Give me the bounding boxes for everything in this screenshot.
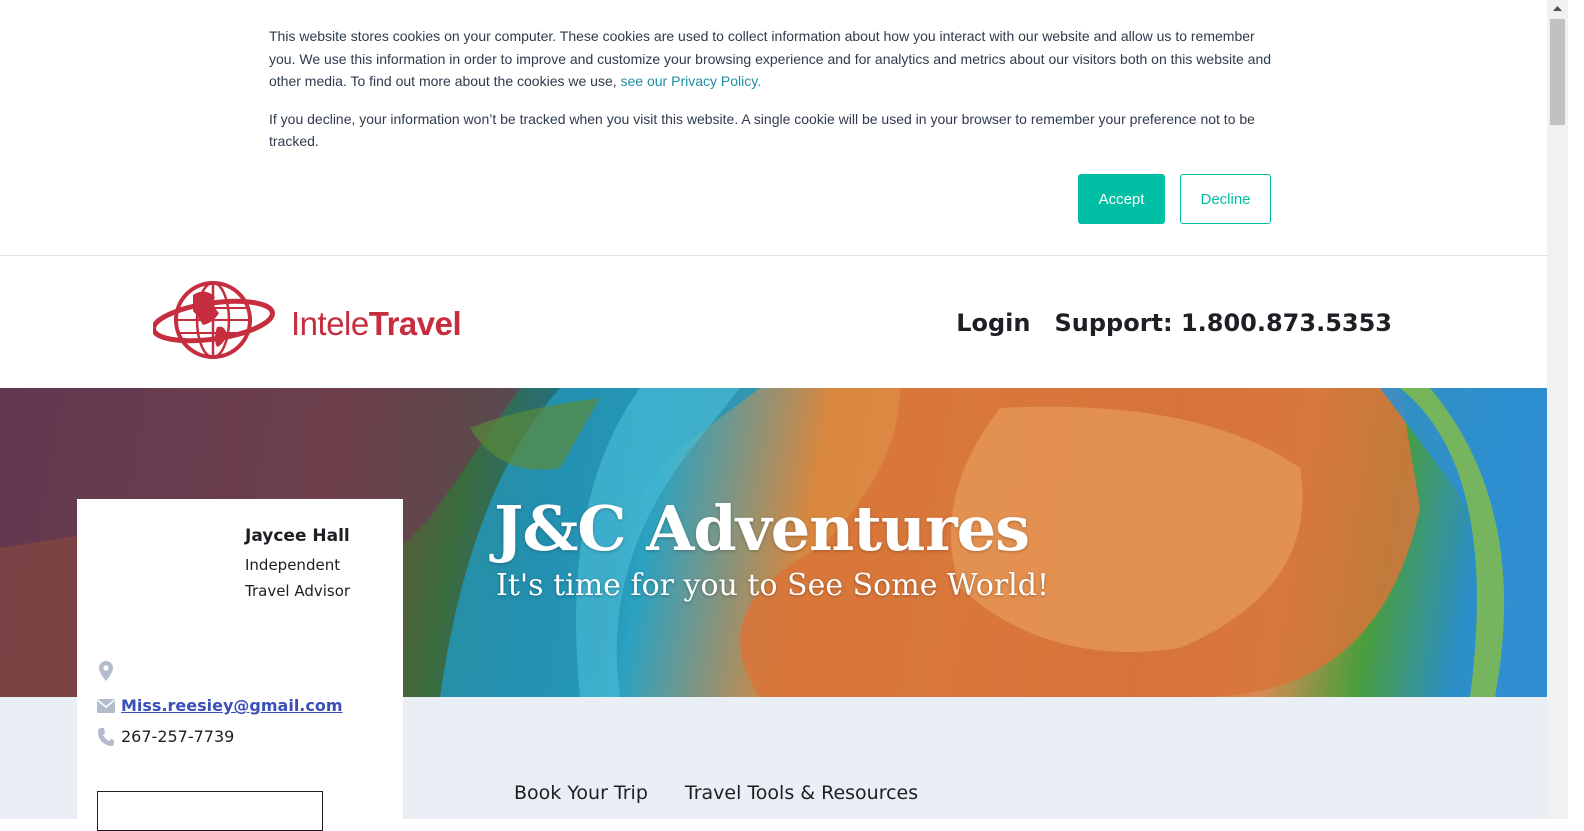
advisor-email-link[interactable]: Miss.reesiey@gmail.com [121,696,343,715]
vertical-scrollbar[interactable] [1547,0,1568,819]
site-header: InteleTravel Login Support: 1.800.873.53… [0,257,1547,388]
phone-icon [96,727,116,746]
logo-text-bold: Travel [368,305,462,342]
advisor-email-row: Miss.reesiey@gmail.com [96,696,343,715]
advisor-phone-row: 267-257-7739 [96,727,234,746]
hero-subtitle: It's time for you to See Some World! [496,568,1050,603]
accept-button[interactable]: Accept [1078,174,1165,224]
hero-title: J&C Adventures [494,492,1030,565]
map-pin-icon [96,661,116,681]
cookie-message: This website stores cookies on your comp… [269,25,1284,168]
cookie-paragraph-2: If you decline, your information won’t b… [269,110,1255,150]
nav-item-travel-tools[interactable]: Travel Tools & Resources [685,782,918,804]
advisor-phone: 267-257-7739 [121,727,235,746]
cookie-banner: This website stores cookies on your comp… [0,0,1547,256]
scrollbar-thumb[interactable] [1550,19,1565,125]
decline-button[interactable]: Decline [1180,174,1271,224]
main-nav: Book Your Trip Travel Tools & Resources [514,782,918,804]
support-phone-link[interactable]: Support: 1.800.873.5353 [1054,309,1392,337]
advisor-card: Jaycee Hall Independent Travel Advisor M… [77,499,403,831]
inteletravel-logo[interactable]: InteleTravel [153,275,513,365]
header-nav: Login Support: 1.800.873.5353 [956,309,1392,337]
cookie-text-1: This website stores cookies on your comp… [269,28,1272,89]
logo-wordmark: InteleTravel [291,305,462,343]
cookie-paragraph-1: This website stores cookies on your comp… [269,25,1284,93]
nav-item-book-your-trip[interactable]: Book Your Trip [514,782,648,804]
advisor-location [96,661,121,681]
login-link[interactable]: Login [956,309,1030,337]
envelope-icon [96,698,116,713]
privacy-policy-link[interactable]: see our Privacy Policy. [621,73,762,89]
advisor-name: Jaycee Hall [245,526,350,546]
globe-icon [153,281,275,359]
logo-text-light: Intele [291,305,369,342]
advisor-title: Independent Travel Advisor [245,556,351,600]
advisor-card-button[interactable] [97,791,323,831]
scroll-up-arrow-icon[interactable] [1547,0,1568,17]
